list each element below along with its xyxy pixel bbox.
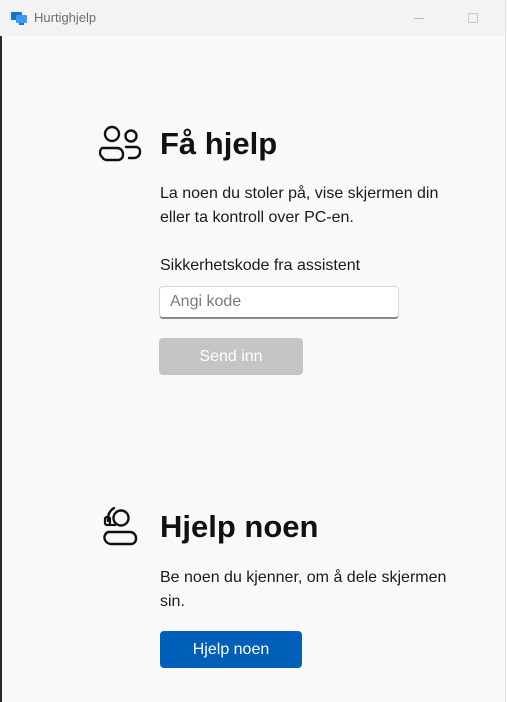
people-icon [99, 125, 142, 162]
window-edge [0, 36, 2, 702]
get-help-heading: Få hjelp [160, 126, 278, 161]
person-headset-icon [103, 507, 138, 546]
help-someone-heading: Hjelp noen [160, 509, 319, 544]
minimize-icon [414, 17, 424, 19]
get-help-description-line-1: La noen du stoler på, vise skjermen din [160, 185, 439, 202]
help-someone-button[interactable]: Hjelp noen [160, 631, 302, 668]
security-code-input[interactable] [159, 286, 399, 319]
minimize-button[interactable] [396, 0, 442, 36]
get-help-description: La noen du stoler på, vise skjermen din … [160, 182, 480, 230]
maximize-icon [468, 13, 478, 23]
quick-assist-window: Hurtighjelp Få hjelp La noen du stoler p… [0, 0, 506, 702]
help-someone-description-line-1: Be noen du kjenner, om å dele skjermen [160, 569, 447, 586]
help-someone-description: Be noen du kjenner, om å dele skjermen s… [160, 566, 480, 614]
window-title: Hurtighjelp [34, 10, 97, 25]
get-help-description-line-2: eller ta kontroll over PC-en. [160, 209, 354, 226]
title-bar[interactable]: Hurtighjelp [0, 0, 505, 36]
security-code-label: Sikkerhetskode fra assistent [160, 257, 361, 274]
remote-desktop-icon [11, 12, 27, 25]
help-someone-description-line-2: sin. [160, 593, 185, 610]
submit-button[interactable]: Send inn [159, 338, 303, 375]
maximize-button[interactable] [450, 0, 496, 36]
